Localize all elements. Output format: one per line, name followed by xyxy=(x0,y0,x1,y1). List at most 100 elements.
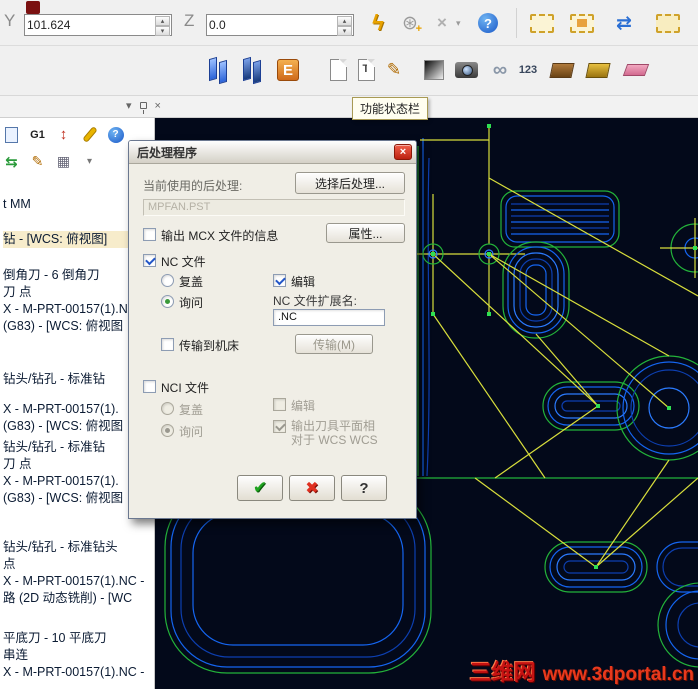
select-last-button[interactable] xyxy=(654,9,682,37)
ok-button[interactable]: ✔ xyxy=(237,475,283,501)
transfer-checkbox[interactable]: 传输到机床 xyxy=(161,337,239,354)
nc-file-checkbox[interactable]: NC 文件 xyxy=(143,253,206,270)
wrench-button[interactable] xyxy=(80,125,99,144)
toolpath-ribbon-button-1[interactable] xyxy=(206,56,234,85)
post-file-field: MPFAN.PST xyxy=(143,199,405,216)
radio-dot xyxy=(161,424,174,437)
spin-up-icon[interactable]: ▴ xyxy=(155,16,170,26)
nc-file-label: NC 文件 xyxy=(161,255,206,269)
nc-prompt-radio[interactable]: 询问 xyxy=(161,294,203,311)
nci-prompt-label: 询问 xyxy=(179,425,204,439)
eraser-icon xyxy=(622,64,650,76)
cancel-button[interactable]: ✖ xyxy=(289,475,335,501)
radio-dot[interactable] xyxy=(161,274,174,287)
select-entities-button[interactable] xyxy=(568,9,596,37)
tree-item[interactable]: 路 (2D 动态铣削) - [WC xyxy=(3,590,154,607)
g1-button[interactable]: G1 xyxy=(28,125,47,144)
tree-item[interactable]: X - M-PRT-00157(1).NC - xyxy=(3,573,154,590)
nci-edit-label: 编辑 xyxy=(291,399,316,413)
y-coord-field[interactable]: ▴ ▾ xyxy=(24,14,172,36)
torus-button[interactable]: ∞ xyxy=(486,56,514,84)
nci-file-checkbox[interactable]: NCI 文件 xyxy=(143,379,209,396)
tree-item[interactable]: 钻头/钻孔 - 标准钻头 xyxy=(3,539,154,556)
z-coord-spinner[interactable]: ▴ ▾ xyxy=(337,16,352,36)
watermark: 三维网 www.3dportal.cn xyxy=(470,655,694,687)
checkbox-box[interactable] xyxy=(273,274,286,287)
mini-help-button[interactable]: ? xyxy=(106,125,125,144)
nc-ext-value: .NC xyxy=(278,311,297,323)
document-text-button[interactable]: T xyxy=(352,56,380,84)
function-status-row xyxy=(0,96,698,118)
checkbox-box[interactable] xyxy=(143,228,156,241)
swap-selection-button[interactable]: ⇄ xyxy=(610,9,638,37)
pin-icon[interactable] xyxy=(139,102,147,114)
select-post-button[interactable]: 选择后处理... xyxy=(295,172,405,194)
nc-overwrite-radio[interactable]: 复盖 xyxy=(161,273,203,290)
shading-button[interactable] xyxy=(420,56,448,84)
tree-item[interactable]: X - M-PRT-00157(1).NC - xyxy=(3,664,154,681)
y-coord-input[interactable] xyxy=(27,16,153,34)
properties-label: 属性... xyxy=(348,226,383,241)
dialog-title-bar[interactable]: 后处理程序 × xyxy=(129,141,416,164)
watermark-site-name: 三维网 xyxy=(469,660,536,685)
operations-toolbar-1: G1 ↕ ? xyxy=(2,125,125,144)
nci-prompt-radio: 询问 xyxy=(161,423,203,440)
help-button[interactable]: ? xyxy=(474,9,502,37)
spin-up-icon[interactable]: ▴ xyxy=(337,16,352,26)
edit-ops-button[interactable]: ✎ xyxy=(28,152,47,171)
radio-dot xyxy=(161,402,174,415)
new-document-button[interactable] xyxy=(324,56,352,84)
nc-ext-input[interactable]: .NC xyxy=(273,309,385,326)
chevron-down-icon[interactable]: ▾ xyxy=(456,18,461,29)
erase-button[interactable] xyxy=(622,56,650,84)
tree-item[interactable]: 串连 xyxy=(3,647,154,664)
numbering-button[interactable]: 123 xyxy=(514,56,542,84)
checkbox-box[interactable] xyxy=(143,380,156,393)
stock-block-button-1[interactable] xyxy=(548,56,576,84)
properties-button[interactable]: 属性... xyxy=(326,223,405,243)
grid-ops-button[interactable]: ▦ xyxy=(54,152,73,171)
radio-dot[interactable] xyxy=(161,295,174,308)
select-all-button[interactable] xyxy=(528,9,556,37)
screenshot-button[interactable] xyxy=(452,56,480,84)
panel-header-controls: ▾ × xyxy=(126,99,161,114)
e-brand-button[interactable]: E xyxy=(274,56,302,84)
toolbar-separator xyxy=(516,8,517,38)
spin-down-icon[interactable]: ▾ xyxy=(337,26,352,36)
nci-overwrite-radio: 复盖 xyxy=(161,401,203,418)
toolpath-options-button[interactable]: ⊛ + xyxy=(396,9,424,37)
nci-overwrite-label: 复盖 xyxy=(179,403,204,417)
tree-item[interactable]: 平底刀 - 10 平底刀 xyxy=(3,630,154,647)
regen-toolpath-button[interactable]: ϟ xyxy=(364,9,392,37)
clear-selection-button[interactable]: × xyxy=(428,9,456,37)
plane-doc-button[interactable] xyxy=(2,125,21,144)
swap-mini-icon: ⇆ xyxy=(5,153,18,171)
selection-box-last-icon xyxy=(656,13,680,33)
lightning-icon: ϟ xyxy=(372,10,384,35)
stock-block-button-2[interactable] xyxy=(584,56,612,84)
block-gold-icon xyxy=(585,62,611,78)
dialog-close-button[interactable]: × xyxy=(394,144,412,160)
annotation-button[interactable]: ✎ xyxy=(380,56,408,84)
output-mcx-checkbox[interactable]: 输出 MCX 文件的信息 xyxy=(143,227,278,244)
checkbox-box[interactable] xyxy=(161,338,174,351)
tool-plane-line2: 对于 WCS WCS xyxy=(291,433,378,447)
dialog-help-button[interactable]: ? xyxy=(341,475,387,501)
document-icon xyxy=(329,59,347,81)
z-coord-field[interactable]: ▴ ▾ xyxy=(206,14,354,36)
axes-button[interactable]: ↕ xyxy=(54,125,73,144)
panel-dropdown-icon[interactable]: ▾ xyxy=(126,99,132,112)
panel-close-icon[interactable]: × xyxy=(155,100,161,112)
spin-down-icon[interactable]: ▾ xyxy=(155,26,170,36)
checkbox-box[interactable] xyxy=(143,254,156,267)
tree-item[interactable]: 点 xyxy=(3,556,154,573)
toolpath-ribbon-button-2[interactable] xyxy=(240,56,268,85)
y-coord-spinner[interactable]: ▴ ▾ xyxy=(155,16,170,36)
z-coord-input[interactable] xyxy=(209,16,335,34)
chevron-down-icon: ▾ xyxy=(86,156,93,167)
nc-edit-checkbox[interactable]: 编辑 xyxy=(273,273,315,290)
swap-ops-button[interactable]: ⇆ xyxy=(2,152,21,171)
current-post-label: 当前使用的后处理: xyxy=(143,179,243,193)
transfer-button[interactable]: 传输(M) xyxy=(295,334,373,354)
more-ops-button[interactable]: ▾ xyxy=(80,152,99,171)
